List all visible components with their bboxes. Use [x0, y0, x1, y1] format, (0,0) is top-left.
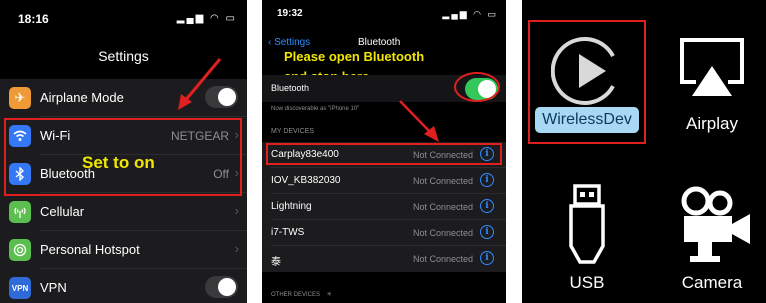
vpn-toggle[interactable]: [205, 276, 238, 298]
bluetooth-screen: 19:32 ▂▄▆ ◠ ▭ ‹ Settings Bluetooth Pleas…: [262, 0, 506, 303]
hotspot-icon: [9, 239, 31, 261]
tile-label: USB: [569, 273, 605, 292]
device-state: Not Connected: [412, 202, 473, 212]
row-label: VPN: [40, 280, 67, 295]
device-name: i7-TWS: [271, 227, 305, 238]
tile-label-selected: WirelessDev: [535, 107, 639, 133]
status-icons: ▂▄▆ ◠ ▭: [176, 13, 237, 24]
row-label: Cellular: [40, 204, 85, 219]
settings-row-cellular[interactable]: Cellular ›: [0, 193, 247, 231]
settings-row-vpn[interactable]: VPN VPN: [0, 269, 247, 303]
annotation-arrow: [399, 100, 439, 142]
vpn-icon: VPN: [9, 277, 31, 299]
device-row[interactable]: Lightning Not Connected i: [262, 194, 506, 220]
device-row[interactable]: 泰 Not Connected i: [262, 246, 506, 272]
my-devices-header: MY DEVICES: [271, 128, 315, 135]
device-name: IOV_KB382030: [271, 175, 341, 186]
status-icons: ▂▄▆ ◠ ▭: [442, 9, 498, 19]
tile-label: Camera: [681, 273, 743, 292]
row-label: Personal Hotspot: [40, 242, 140, 257]
status-time: 18:16: [18, 12, 49, 26]
status-time: 19:32: [277, 8, 303, 19]
info-icon[interactable]: i: [480, 199, 494, 213]
other-devices-header: OTHER DEVICES ✳: [271, 291, 332, 298]
tile-usb[interactable]: USB: [528, 178, 646, 298]
camera-icon: [681, 186, 750, 262]
bluetooth-label: Bluetooth: [271, 83, 310, 93]
carplay-box-menu: WirelessDev Airplay USB Camera: [522, 0, 766, 303]
airplane-icon: ✈: [9, 87, 31, 109]
highlight-ellipse-toggle: [454, 72, 500, 102]
loading-spinner-icon: ✳: [326, 292, 332, 298]
settings-row-personal-hotspot[interactable]: Personal Hotspot ›: [0, 231, 247, 269]
row-label: Airplane Mode: [40, 90, 124, 105]
device-state: Not Connected: [412, 254, 473, 264]
play-icon: [551, 37, 615, 105]
device-name: Lightning: [271, 201, 312, 212]
highlight-box-device: [266, 143, 502, 165]
device-row[interactable]: IOV_KB382030 Not Connected i: [262, 168, 506, 194]
usb-icon: [569, 184, 605, 264]
device-name: 泰: [271, 257, 281, 268]
tile-label: Airplay: [686, 114, 738, 133]
chevron-right-icon: ›: [234, 241, 239, 256]
other-devices-label: OTHER DEVICES: [271, 292, 321, 298]
info-icon[interactable]: i: [480, 251, 494, 265]
airplay-icon: [680, 38, 744, 96]
cellular-icon: [9, 201, 31, 223]
tile-wirelessdev[interactable]: WirelessDev: [528, 20, 646, 144]
annotation-set-to-on: Set to on: [82, 153, 155, 172]
info-icon[interactable]: i: [480, 173, 494, 187]
annotation-arrow: [178, 58, 222, 110]
discoverable-note: Now discoverable as "iPhone 10": [271, 106, 360, 112]
chevron-right-icon: ›: [234, 203, 239, 218]
device-state: Not Connected: [412, 228, 473, 238]
device-row[interactable]: i7-TWS Not Connected i: [262, 220, 506, 246]
tile-camera[interactable]: Camera: [662, 178, 762, 298]
annotation-line-1: Please open Bluetooth: [284, 49, 425, 64]
device-state: Not Connected: [412, 176, 473, 186]
tile-airplay[interactable]: Airplay: [662, 20, 762, 144]
info-icon[interactable]: i: [480, 225, 494, 239]
settings-screen: 18:16 ▂▄▆ ◠ ▭ Settings ✈ Airplane Mode W…: [0, 0, 247, 303]
